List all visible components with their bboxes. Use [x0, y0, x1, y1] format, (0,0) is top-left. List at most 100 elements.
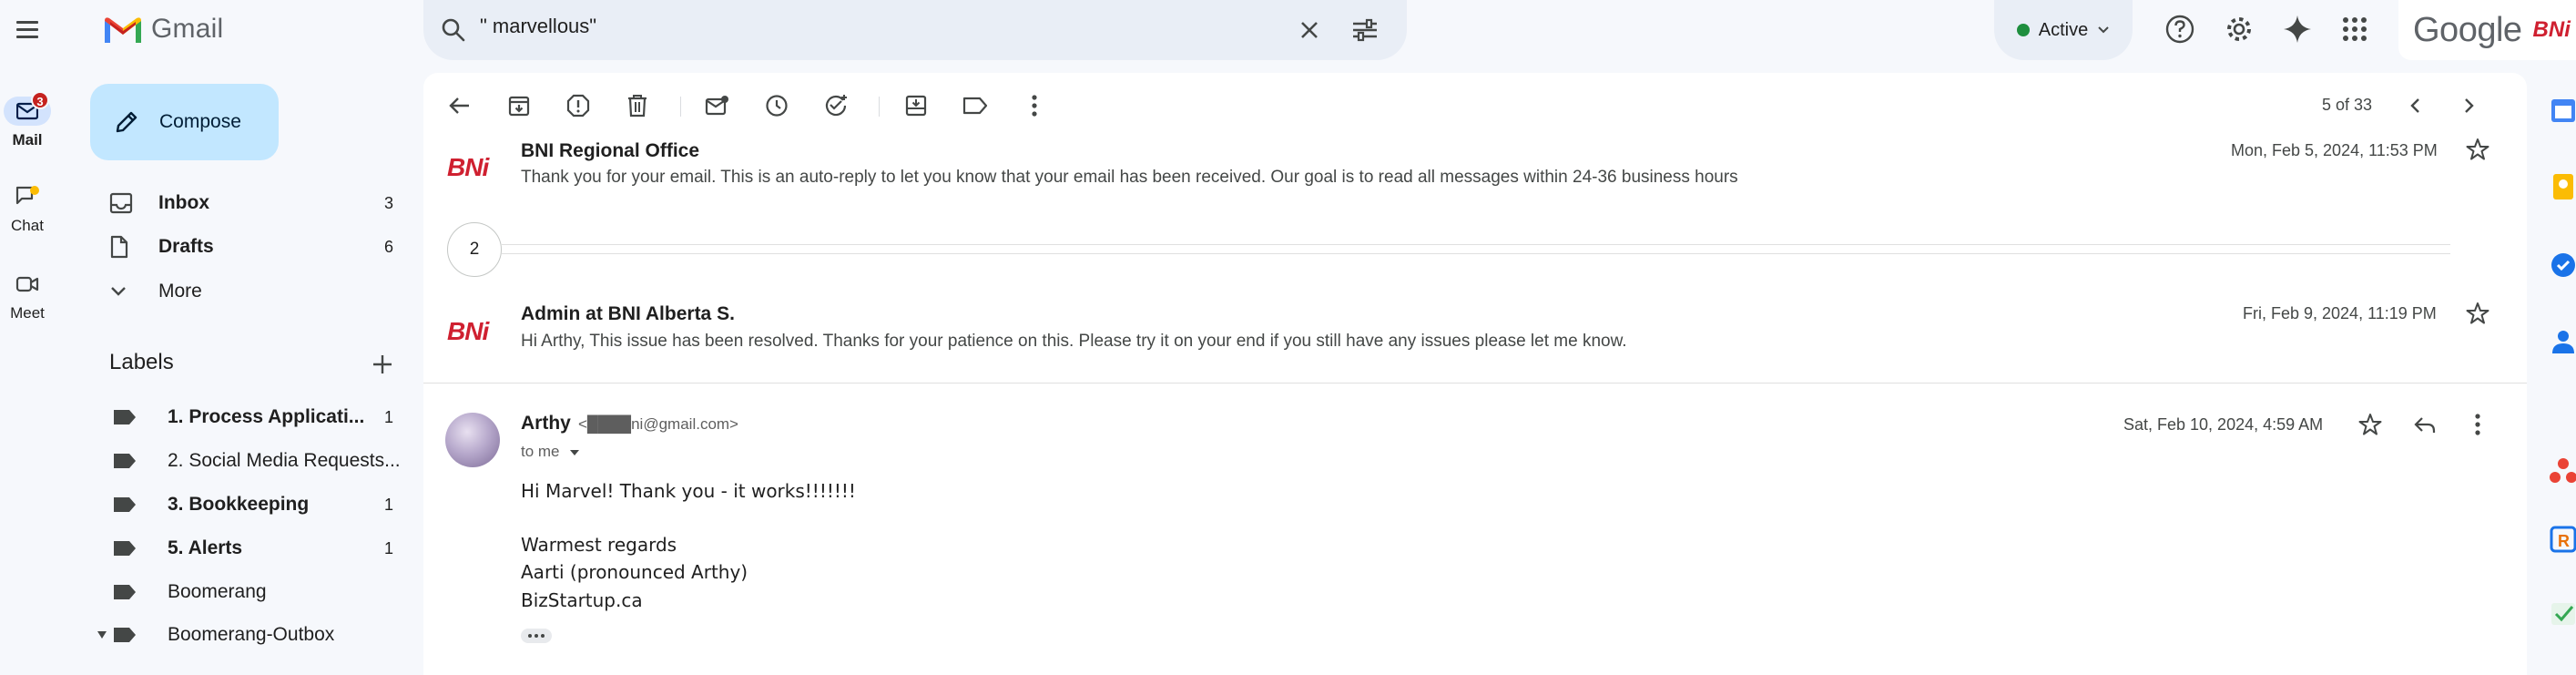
label-item-boomerang[interactable]: Boomerang	[73, 574, 410, 610]
delete-trash-icon[interactable]	[621, 89, 654, 122]
nav-label: Drafts	[158, 236, 214, 257]
active-status-dot	[2016, 24, 2030, 36]
svg-text:R: R	[2558, 532, 2570, 550]
label-text: Boomerang-Outbox	[168, 624, 335, 645]
google-wordmark: Google	[2413, 10, 2522, 49]
message-date: Fri, Feb 9, 2024, 11:19 PM	[2243, 304, 2437, 322]
expand-arrow-icon[interactable]	[97, 629, 107, 640]
rail-item-meet[interactable]: Meet	[0, 270, 55, 322]
label-item-process-applications[interactable]: 1. Process Applicati... 1	[73, 399, 410, 435]
mark-unread-icon[interactable]	[701, 89, 734, 122]
thread-divider	[502, 253, 2450, 254]
label-tag-icon	[114, 541, 136, 556]
rail-item-mail[interactable]: 3 Mail	[0, 91, 55, 149]
report-spam-icon[interactable]	[562, 89, 595, 122]
label-item-bookkeeping[interactable]: 3. Bookkeeping 1	[73, 486, 410, 523]
label-count: 1	[383, 538, 393, 557]
add-label-icon[interactable]	[368, 350, 397, 379]
move-to-icon[interactable]	[900, 89, 932, 122]
snooze-clock-icon[interactable]	[760, 89, 793, 122]
apps-grid-icon[interactable]	[2338, 13, 2371, 46]
addon-r-icon[interactable]: R	[2548, 524, 2576, 555]
rail-label-meet: Meet	[10, 304, 45, 322]
chat-icon	[15, 186, 39, 205]
sender-name: Admin at BNI Alberta S.	[521, 303, 735, 324]
label-item-boomerang-outbox[interactable]: Boomerang-Outbox	[73, 617, 410, 653]
addon-check-icon[interactable]	[2548, 598, 2576, 629]
help-icon[interactable]	[2164, 13, 2196, 46]
search-bar[interactable]: " marvellous"	[423, 0, 1407, 60]
label-icon[interactable]	[959, 89, 992, 122]
status-dropdown[interactable]: Active	[1994, 0, 2133, 60]
status-label: Active	[2038, 19, 2089, 40]
rail-label-chat: Chat	[11, 217, 44, 234]
account-switcher[interactable]: Google BNi	[2398, 0, 2576, 60]
recipient-details-dropdown-icon[interactable]	[569, 448, 580, 457]
inbox-icon	[109, 192, 133, 214]
star-icon[interactable]	[2465, 137, 2490, 162]
star-icon[interactable]	[2357, 412, 2383, 437]
app-name: Gmail	[151, 14, 224, 44]
more-vert-icon[interactable]	[2465, 412, 2490, 437]
chevron-left-icon[interactable]	[2399, 89, 2432, 122]
label-tag-icon	[114, 410, 136, 424]
pagination-label: 5 of 33	[2322, 96, 2373, 114]
nav-item-drafts[interactable]: Drafts 6	[73, 229, 410, 265]
label-tag-icon	[114, 454, 136, 468]
nav-count: 6	[383, 237, 393, 256]
message-date: Sat, Feb 10, 2024, 4:59 AM	[2123, 415, 2324, 434]
addon-icon[interactable]	[2548, 455, 2576, 486]
pencil-icon	[116, 111, 137, 133]
search-input[interactable]: " marvellous"	[480, 15, 596, 38]
search-icon[interactable]	[440, 16, 467, 44]
gmail-logo[interactable]: Gmail	[102, 9, 223, 49]
label-text: 3. Bookkeeping	[168, 494, 310, 515]
thread-divider	[502, 244, 2450, 245]
label-tag-icon	[114, 585, 136, 599]
chevron-down-icon	[111, 287, 126, 296]
message-divider	[423, 383, 2527, 384]
nav-item-inbox[interactable]: Inbox 3	[73, 185, 410, 221]
label-text: Boomerang	[168, 581, 267, 602]
nav-count: 3	[383, 193, 393, 212]
reply-icon[interactable]	[2412, 412, 2438, 437]
compose-button[interactable]: Compose	[90, 84, 279, 160]
contacts-icon[interactable]	[2548, 326, 2576, 357]
rail-item-chat[interactable]: Chat	[0, 182, 55, 235]
more-vert-icon[interactable]	[1018, 89, 1051, 122]
main-menu-icon[interactable]	[11, 13, 44, 46]
nav-label: Inbox	[158, 192, 209, 213]
chevron-down-icon	[2098, 26, 2109, 34]
message-view: 5 of 33 BNi BNI Regional Office Thank yo…	[423, 73, 2527, 675]
clear-search-icon[interactable]	[1296, 16, 1323, 44]
back-arrow-icon[interactable]	[443, 89, 476, 122]
sender-avatar[interactable]	[445, 413, 500, 467]
gmail-m-icon	[105, 17, 141, 43]
sender-name: BNI Regional Office	[521, 140, 700, 161]
label-item-social-media-requests[interactable]: 2. Social Media Requests...	[73, 443, 410, 479]
add-to-tasks-icon[interactable]	[820, 89, 852, 122]
tasks-icon[interactable]	[2548, 250, 2576, 281]
sender-avatar-bni-logo: BNi	[447, 153, 489, 181]
settings-gear-icon[interactable]	[2223, 13, 2255, 46]
nav-item-more[interactable]: More	[73, 273, 410, 310]
message-body-line: Hi Marvel! Thank you - it works!!!!!!!	[521, 480, 856, 502]
label-count: 1	[383, 495, 393, 514]
search-options-icon[interactable]	[1350, 16, 1380, 44]
chevron-right-icon[interactable]	[2452, 89, 2485, 122]
label-text: 1. Process Applicati...	[168, 406, 365, 427]
collapsed-messages-count[interactable]: 2	[447, 222, 502, 277]
compose-label: Compose	[159, 111, 241, 132]
calendar-icon[interactable]	[2548, 95, 2576, 126]
app-rail: 3 Mail Chat Meet	[0, 0, 73, 675]
archive-icon[interactable]	[503, 89, 535, 122]
label-item-alerts[interactable]: 5. Alerts 1	[73, 530, 410, 567]
keep-notes-icon[interactable]	[2548, 171, 2576, 202]
account-brand-logo: BNi	[2532, 17, 2571, 42]
show-trimmed-content-button[interactable]	[521, 629, 552, 643]
message-body-line: Warmest regards	[521, 534, 677, 556]
label-text: 5. Alerts	[168, 537, 243, 558]
star-icon[interactable]	[2465, 301, 2490, 326]
gemini-sparkle-icon[interactable]	[2281, 13, 2314, 46]
draft-file-icon	[110, 235, 128, 259]
